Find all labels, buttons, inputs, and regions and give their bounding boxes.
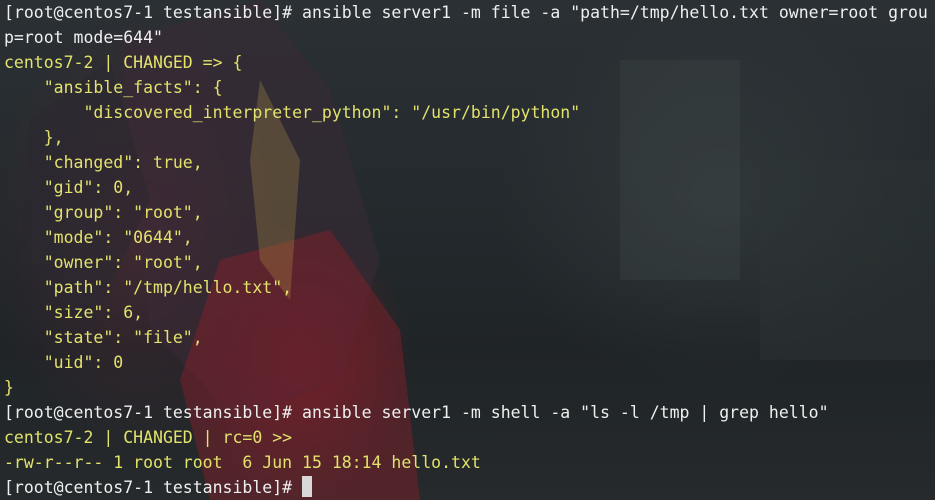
terminal-line-text: "gid": 0, bbox=[4, 178, 134, 197]
terminal-line-text: "owner": "root", bbox=[4, 253, 203, 272]
terminal-line: "discovered_interpreter_python": "/usr/b… bbox=[4, 100, 935, 125]
terminal-line-text: [root@centos7-1 testansible]# ansible se… bbox=[4, 3, 928, 22]
text-cursor[interactable] bbox=[302, 476, 313, 497]
terminal-line: "path": "/tmp/hello.txt", bbox=[4, 275, 935, 300]
terminal-line-text: "path": "/tmp/hello.txt", bbox=[4, 278, 293, 297]
terminal-line: } bbox=[4, 375, 935, 400]
terminal-line-text: [root@centos7-1 testansible]# bbox=[4, 478, 303, 497]
terminal-line-text: "uid": 0 bbox=[4, 353, 124, 372]
terminal-line-text: "changed": true, bbox=[4, 153, 203, 172]
terminal-line-text: "ansible_facts": { bbox=[4, 78, 223, 97]
terminal-line: "changed": true, bbox=[4, 150, 935, 175]
terminal-line: }, bbox=[4, 125, 935, 150]
terminal-line-text: } bbox=[4, 378, 14, 397]
terminal-line: "owner": "root", bbox=[4, 250, 935, 275]
terminal-line-text: centos7-2 | CHANGED => { bbox=[4, 53, 243, 72]
terminal-line: p=root mode=644" bbox=[4, 25, 935, 50]
terminal-line-text: "state": "file", bbox=[4, 328, 203, 347]
terminal-line-text: [root@centos7-1 testansible]# ansible se… bbox=[4, 403, 829, 422]
terminal-line-text: p=root mode=644" bbox=[4, 28, 163, 47]
terminal-line: "uid": 0 bbox=[4, 350, 935, 375]
terminal-line: "size": 6, bbox=[4, 300, 935, 325]
terminal-line-text: }, bbox=[4, 128, 64, 147]
terminal-output: [root@centos7-1 testansible]# ansible se… bbox=[4, 0, 935, 500]
terminal-line: [root@centos7-1 testansible]# ansible se… bbox=[4, 0, 935, 25]
terminal-line-text: centos7-2 | CHANGED | rc=0 >> bbox=[4, 428, 293, 447]
terminal-line: "mode": "0644", bbox=[4, 225, 935, 250]
terminal-line: "ansible_facts": { bbox=[4, 75, 935, 100]
terminal-line-text: "mode": "0644", bbox=[4, 228, 193, 247]
terminal-line: "gid": 0, bbox=[4, 175, 935, 200]
terminal-line: "group": "root", bbox=[4, 200, 935, 225]
terminal-line: [root@centos7-1 testansible]# ansible se… bbox=[4, 400, 935, 425]
terminal-window[interactable]: [root@centos7-1 testansible]# ansible se… bbox=[0, 0, 935, 500]
terminal-line-text: "size": 6, bbox=[4, 303, 144, 322]
terminal-line: "state": "file", bbox=[4, 325, 935, 350]
terminal-line: centos7-2 | CHANGED | rc=0 >> bbox=[4, 425, 935, 450]
terminal-line-text: -rw-r--r-- 1 root root 6 Jun 15 18:14 he… bbox=[4, 453, 481, 472]
terminal-line: -rw-r--r-- 1 root root 6 Jun 15 18:14 he… bbox=[4, 450, 935, 475]
terminal-line: centos7-2 | CHANGED => { bbox=[4, 50, 935, 75]
prompt-line: [root@centos7-1 testansible]# bbox=[4, 475, 935, 500]
terminal-line-text: "group": "root", bbox=[4, 203, 203, 222]
terminal-line-text: "discovered_interpreter_python": "/usr/b… bbox=[4, 103, 581, 122]
